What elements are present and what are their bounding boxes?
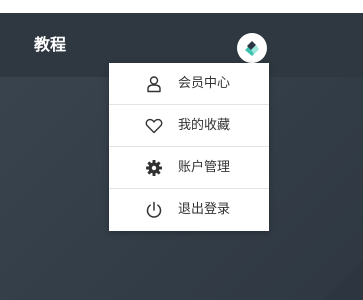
menu-item-logout[interactable]: 退出登录: [109, 189, 269, 231]
gear-icon: [145, 159, 163, 177]
menu-item-account-settings[interactable]: 账户管理: [109, 147, 269, 189]
top-strip: [0, 0, 363, 13]
menu-item-member-center[interactable]: 会员中心: [109, 63, 269, 105]
menu-item-label: 会员中心: [178, 75, 231, 91]
user-avatar-icon: [245, 41, 259, 56]
menu-item-label: 退出登录: [178, 202, 231, 217]
menu-item-label: 账户管理: [178, 159, 231, 175]
menu-item-label: 我的收藏: [178, 117, 231, 133]
background-corner: [323, 260, 363, 300]
heart-icon: [145, 117, 163, 135]
brand-title[interactable]: 教程: [34, 35, 66, 55]
user-avatar[interactable]: [237, 33, 267, 63]
user-icon: [145, 75, 163, 93]
user-dropdown-menu: 会员中心 我的收藏 账户管理 退出登录: [109, 63, 269, 231]
power-icon: [145, 201, 163, 219]
menu-item-favorites[interactable]: 我的收藏: [109, 105, 269, 147]
